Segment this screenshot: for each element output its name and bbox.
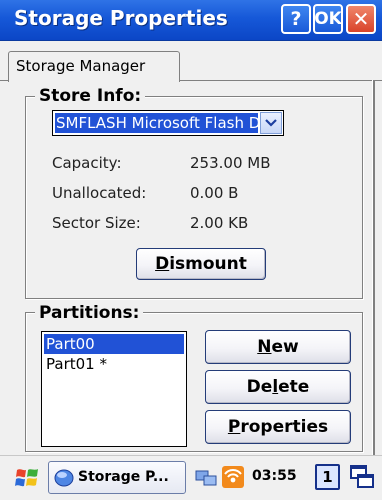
taskbar-task-label: Storage P... [78, 469, 169, 485]
tab-strip: Storage Manager [0, 41, 382, 82]
taskbar: Storage P... 03:55 1 [0, 455, 382, 500]
windows-icon[interactable] [349, 464, 375, 490]
network-icon[interactable] [194, 465, 218, 489]
capacity-label: Capacity: [52, 154, 122, 172]
clock[interactable]: 03:55 [252, 468, 297, 484]
tab-panel-edge [372, 80, 375, 456]
storage-app-icon [54, 469, 74, 487]
window-title: Storage Properties [14, 6, 228, 30]
tab-storage-manager[interactable]: Storage Manager [8, 51, 180, 82]
dismount-button[interactable]: Dismount [136, 248, 266, 280]
unallocated-value: 0.00 B [190, 184, 239, 202]
store-select-value: SMFLASH Microsoft Flash Disk [55, 113, 258, 133]
partitions-list[interactable]: Part00 Part01 * [41, 331, 187, 447]
start-flag-icon[interactable] [14, 466, 40, 490]
taskbar-task-storage[interactable]: Storage P... [48, 461, 186, 494]
title-bar: Storage Properties ? OK ✕ [0, 0, 382, 41]
desktop-switch-button[interactable]: 1 [315, 464, 340, 490]
capacity-value: 253.00 MB [190, 154, 271, 172]
unallocated-label: Unallocated: [52, 184, 147, 202]
sector-size-value: 2.00 KB [190, 214, 249, 232]
store-info-label: Store Info: [35, 86, 146, 106]
properties-button[interactable]: Properties [205, 410, 351, 444]
list-item[interactable]: Part01 * [44, 354, 184, 374]
help-button[interactable]: ? [281, 4, 311, 34]
chevron-down-icon[interactable] [260, 112, 282, 134]
list-item[interactable]: Part00 [44, 334, 184, 354]
store-select[interactable]: SMFLASH Microsoft Flash Disk [52, 110, 284, 136]
close-button[interactable]: ✕ [346, 4, 376, 34]
new-button[interactable]: New [205, 330, 351, 364]
delete-button[interactable]: Delete [205, 370, 351, 404]
sector-size-label: Sector Size: [52, 214, 141, 232]
ok-button[interactable]: OK [313, 4, 343, 34]
wifi-icon[interactable] [221, 465, 245, 489]
partitions-label: Partitions: [35, 303, 144, 323]
